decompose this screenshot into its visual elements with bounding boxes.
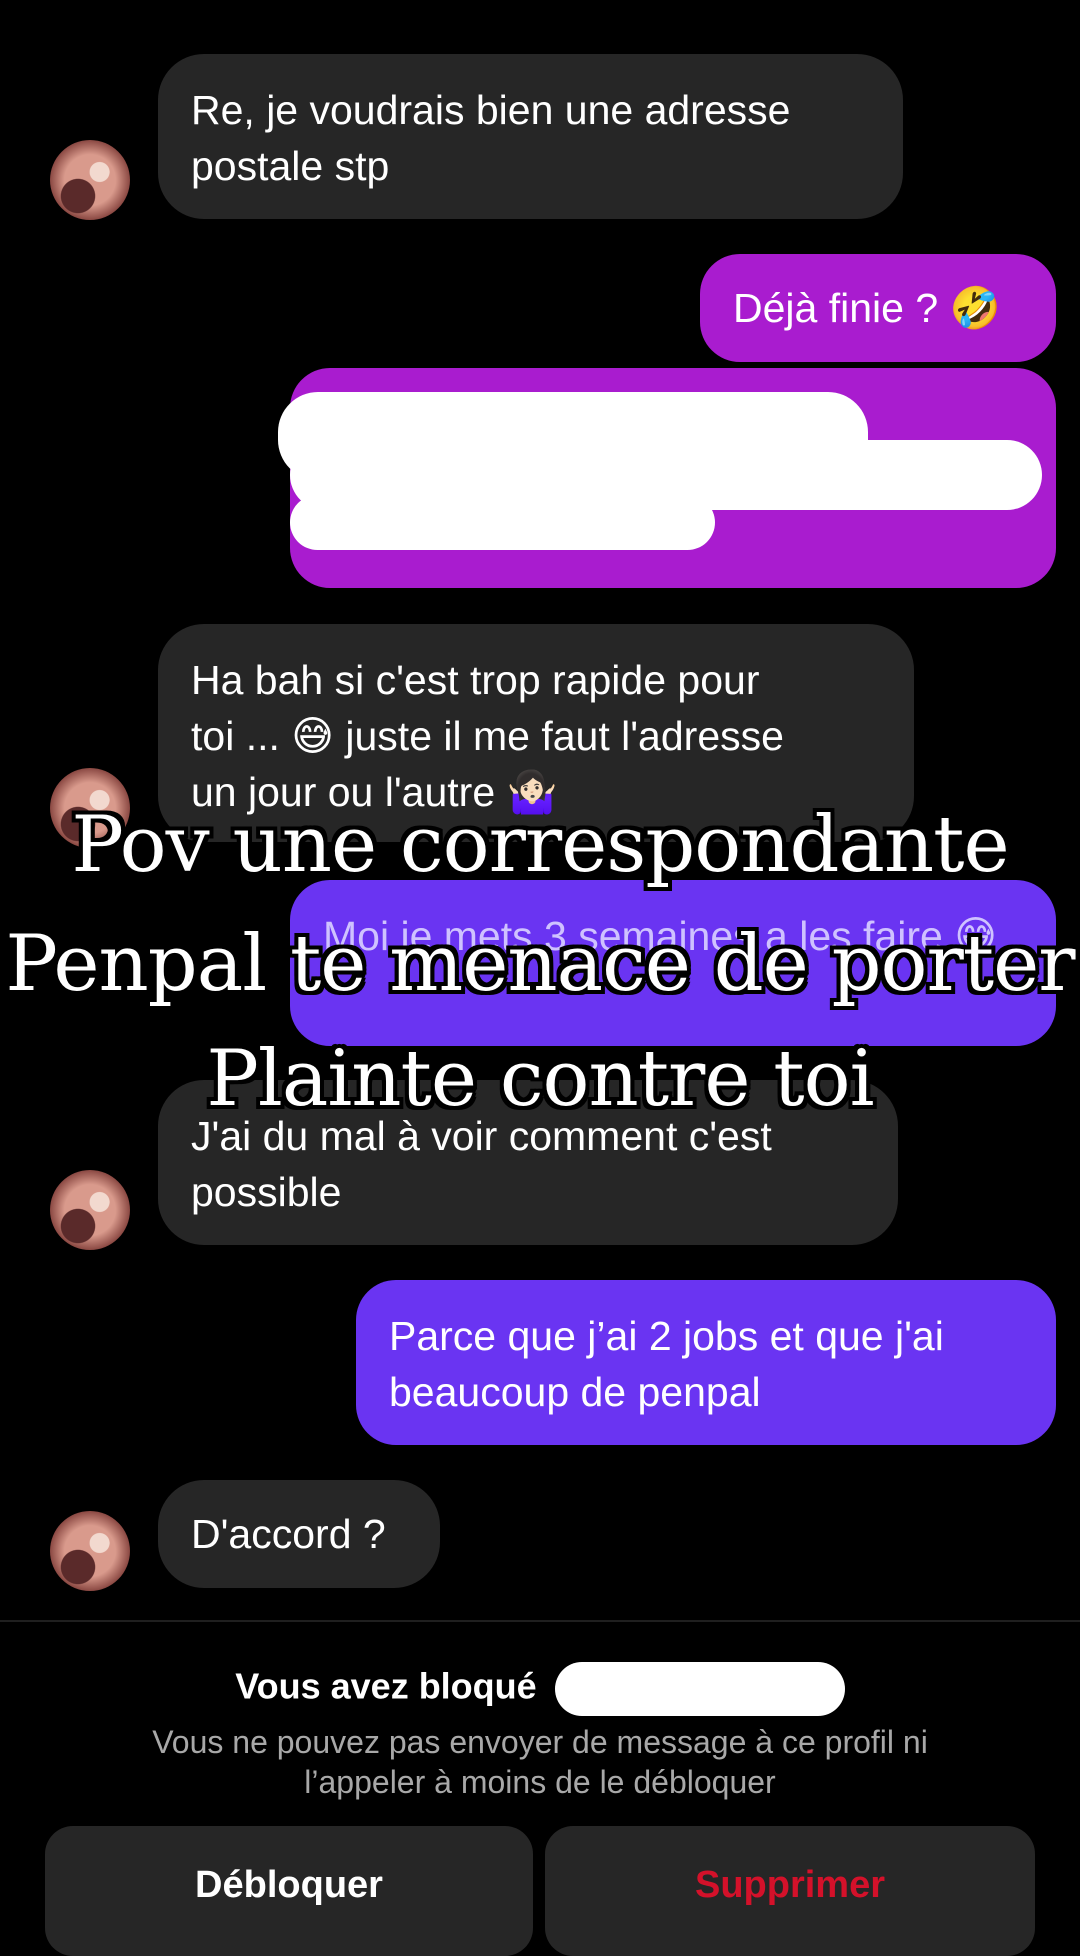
message-text: Déjà finie ? 🤣	[733, 285, 1001, 331]
contact-avatar[interactable]	[50, 1511, 130, 1591]
message-line: Ha bah si c'est trop rapide pour	[191, 657, 760, 703]
divider	[0, 1620, 1080, 1622]
message-line: Re, je voudrais bien une adresse	[191, 87, 791, 133]
sent-message[interactable]: Parce que j’ai 2 jobs et que j'ai beauco…	[356, 1280, 1056, 1445]
contact-avatar[interactable]	[50, 140, 130, 220]
message-line: beaucoup de penpal	[389, 1369, 761, 1415]
message-line: postale stp	[191, 143, 390, 189]
unblock-button[interactable]: Débloquer	[45, 1826, 533, 1956]
message-line: toi ... 😅 juste il me faut l'adresse	[191, 713, 784, 759]
redaction-mark	[290, 495, 715, 550]
blocked-title: Vous avez bloqué	[0, 1662, 1080, 1716]
caption-line: Penpal te menace de porter	[5, 919, 1075, 1009]
delete-button[interactable]: Supprimer	[545, 1826, 1035, 1956]
received-message[interactable]: D'accord ?	[158, 1480, 440, 1588]
subtitle-line: l’appeler à moins de le débloquer	[304, 1764, 776, 1800]
caption-line: Pov une correspondante	[71, 800, 1009, 890]
username-redaction	[554, 1662, 845, 1716]
contact-avatar[interactable]	[50, 1170, 130, 1250]
message-text: D'accord ?	[191, 1511, 386, 1557]
blocked-subtitle: Vous ne pouvez pas envoyer de message à …	[90, 1722, 990, 1802]
message-line: Parce que j’ai 2 jobs et que j'ai	[389, 1313, 944, 1359]
subtitle-line: Vous ne pouvez pas envoyer de message à …	[152, 1724, 928, 1760]
caption-line: Plainte contre toi	[206, 1034, 874, 1124]
received-message[interactable]: Re, je voudrais bien une adresse postale…	[158, 54, 903, 219]
blocked-title-text: Vous avez bloqué	[235, 1665, 537, 1707]
sent-message[interactable]: Déjà finie ? 🤣	[700, 254, 1056, 362]
message-line: possible	[191, 1169, 342, 1215]
